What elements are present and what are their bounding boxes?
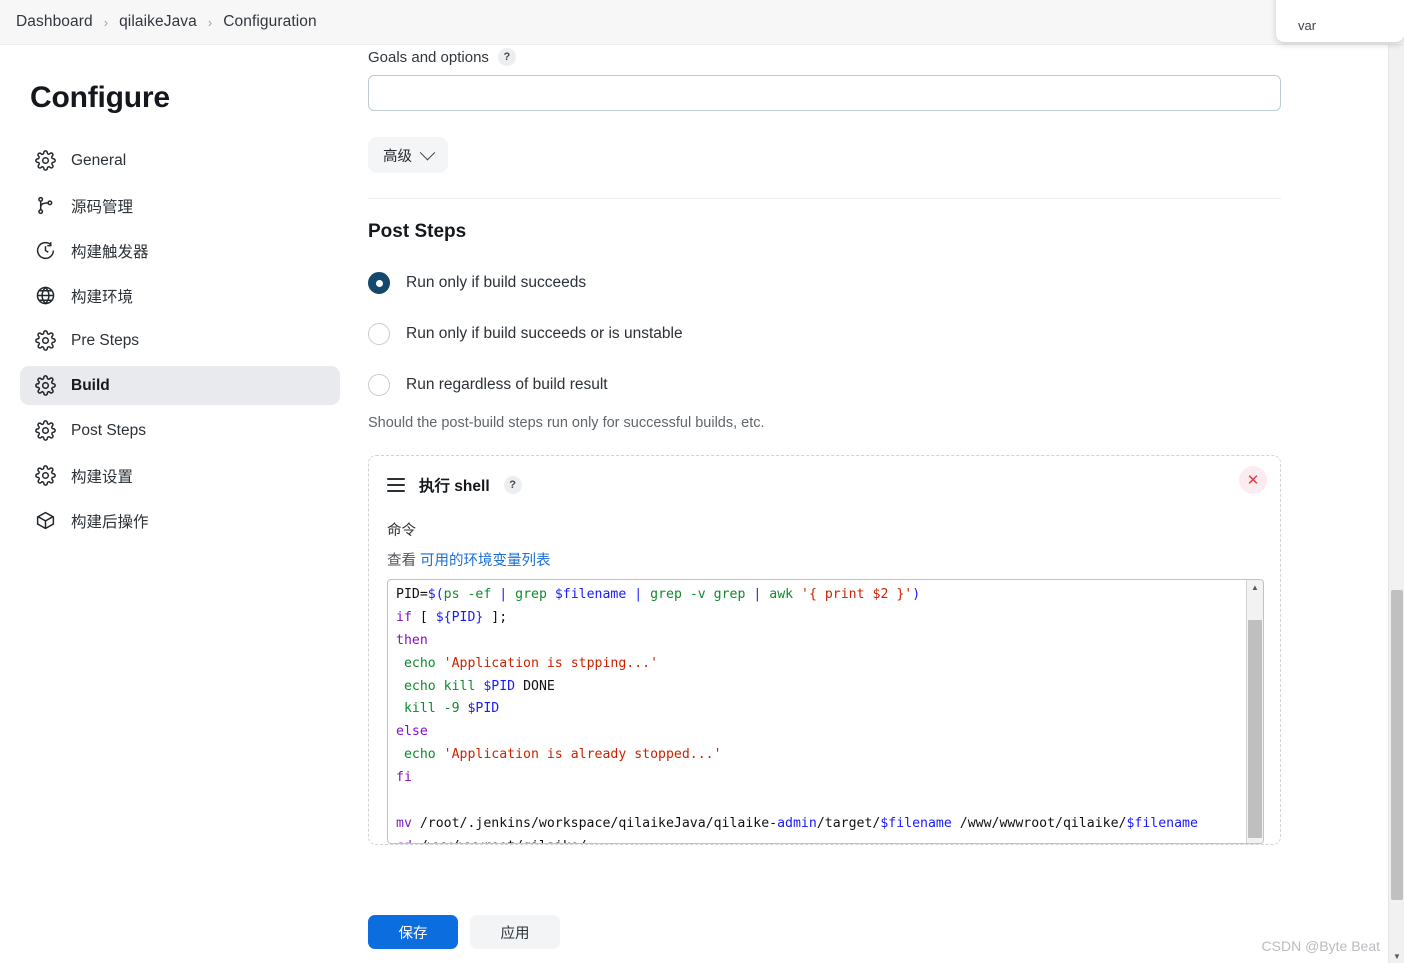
goals-and-options-input[interactable] (368, 75, 1281, 111)
sidebar-item-label: General (71, 151, 127, 169)
drag-handle-icon[interactable] (387, 478, 405, 492)
configure-sidebar: Configure General 源码管理 构建触发器 构建环境 Pre St… (0, 45, 360, 963)
sidebar-item-build-settings[interactable]: 构建设置 (20, 456, 340, 495)
breadcrumb: Dashboard › qilaikeJava › Configuration (0, 0, 1404, 45)
code-line: then (396, 632, 428, 648)
radio-label: Run regardless of build result (406, 376, 608, 393)
code-line: fi (396, 770, 412, 786)
step-card-header: 执行 shell ? (387, 472, 1262, 498)
env-variables-line: 查看 可用的环境变量列表 (387, 549, 1262, 570)
watermark: CSDN @Byte Beat (1261, 938, 1380, 954)
save-button[interactable]: 保存 (368, 915, 458, 949)
goals-field-label: Goals and options ? (368, 48, 1388, 66)
section-divider (368, 198, 1281, 199)
sidebar-item-build-environment[interactable]: 构建环境 (20, 276, 340, 315)
close-icon[interactable]: ✕ (1239, 466, 1267, 494)
shell-command-editor[interactable]: PID=$(ps -ef | grep $filename | grep -v … (387, 579, 1264, 844)
sidebar-item-label: 构建触发器 (71, 243, 149, 261)
breadcrumb-item-configuration[interactable]: Configuration (223, 13, 317, 31)
shell-command-code[interactable]: PID=$(ps -ef | grep $filename | grep -v … (388, 580, 1245, 843)
page-title: Configure (30, 81, 170, 114)
gear-icon (34, 465, 56, 487)
radio-button[interactable] (368, 374, 390, 396)
code-line: echo 'Application is stpping...' (403, 655, 659, 671)
sidebar-item-label: Pre Steps (71, 331, 140, 349)
apply-button[interactable]: 应用 (470, 915, 560, 949)
radio-row-run-on-success[interactable]: Run only if build succeeds (368, 272, 1388, 294)
code-line: mv /root/.jenkins/workspace/qilaikeJava/… (396, 815, 1198, 831)
radio-row-run-on-success-or-unstable[interactable]: Run only if build succeeds or is unstabl… (368, 323, 1388, 345)
code-scrollbar-thumb[interactable] (1248, 620, 1262, 838)
sidebar-item-build-triggers[interactable]: 构建触发器 (20, 231, 340, 270)
sidebar-item-build[interactable]: Build (20, 366, 340, 405)
radio-label: Run only if build succeeds (406, 274, 587, 291)
code-line: else (396, 724, 428, 740)
scroll-down-icon[interactable]: ▼ (1389, 952, 1404, 961)
code-line: echo kill $PID DONE (403, 678, 555, 694)
gear-icon (34, 375, 56, 397)
advanced-toggle-button[interactable]: 高级 (368, 137, 448, 173)
globe-icon (34, 285, 56, 307)
radio-label: Run only if build succeeds or is unstabl… (406, 325, 683, 342)
clock-icon (34, 240, 56, 262)
box-icon (34, 510, 56, 532)
breadcrumb-separator-icon: › (207, 14, 213, 30)
var-popup-text: var (1298, 18, 1317, 33)
page-scrollbar-thumb[interactable] (1391, 590, 1403, 900)
help-icon[interactable]: ? (503, 476, 522, 494)
var-popup: var (1276, 0, 1404, 42)
execute-shell-step-card: 执行 shell ? ✕ 命令 查看 可用的环境变量列表 PID=$(ps -e… (368, 455, 1281, 845)
post-steps-heading: Post Steps (368, 221, 467, 242)
code-line: cd /www/wwwroot/qilaike/ (396, 836, 1245, 843)
help-icon[interactable]: ? (497, 48, 516, 66)
code-line: PID=$(ps -ef | grep $filename | grep -v … (396, 587, 921, 602)
breadcrumb-item-dashboard[interactable]: Dashboard (16, 13, 93, 31)
configure-main: Goals and options ? 高级 Post Steps Run on… (360, 45, 1388, 963)
radio-button[interactable] (368, 323, 390, 345)
branch-icon (34, 195, 56, 217)
sidebar-item-post-steps[interactable]: Post Steps (20, 411, 340, 450)
sidebar-item-post-build-actions[interactable]: 构建后操作 (20, 501, 340, 540)
sidebar-item-general[interactable]: General (20, 141, 340, 180)
sidebar-item-scm[interactable]: 源码管理 (20, 186, 340, 225)
breadcrumb-item-project[interactable]: qilaikeJava (119, 13, 197, 31)
gear-icon (34, 420, 56, 442)
gear-icon (34, 150, 56, 172)
post-steps-hint: Should the post-build steps run only for… (368, 415, 765, 431)
radio-button[interactable] (368, 272, 390, 294)
advanced-label: 高级 (383, 148, 412, 165)
scroll-up-icon[interactable]: ▲ (1247, 580, 1263, 595)
chevron-down-icon (419, 144, 436, 160)
code-editor-scrollbar[interactable]: ▲ (1246, 580, 1263, 843)
form-action-bar: 保存 应用 (360, 901, 1388, 963)
env-prefix-text: 查看 (387, 553, 416, 569)
page-root: Dashboard › qilaikeJava › Configuration … (0, 0, 1404, 963)
sidebar-item-label: 源码管理 (71, 198, 134, 216)
breadcrumb-separator-icon: › (103, 14, 109, 30)
goals-label-text: Goals and options (368, 48, 489, 66)
sidebar-item-label: 构建后操作 (71, 513, 149, 531)
code-line: if [ ${PID} ]; (396, 609, 508, 625)
page-scrollbar[interactable]: ▼ (1388, 45, 1404, 963)
env-variables-link[interactable]: 可用的环境变量列表 (420, 553, 551, 569)
command-label: 命令 (387, 523, 416, 539)
step-card-title: 执行 shell (419, 478, 490, 495)
sidebar-item-pre-steps[interactable]: Pre Steps (20, 321, 340, 360)
sidebar-item-label: 构建环境 (71, 288, 134, 306)
sidebar-item-label: Build (71, 376, 110, 394)
gear-icon (34, 330, 56, 352)
radio-row-run-regardless[interactable]: Run regardless of build result (368, 374, 1388, 396)
code-line: kill -9 $PID (403, 701, 500, 717)
sidebar-item-label: 构建设置 (71, 468, 134, 486)
sidebar-item-label: Post Steps (71, 421, 146, 439)
sidebar-nav: General 源码管理 构建触发器 构建环境 Pre Steps Build … (20, 141, 340, 540)
code-line: echo 'Application is already stopped...' (403, 747, 722, 763)
